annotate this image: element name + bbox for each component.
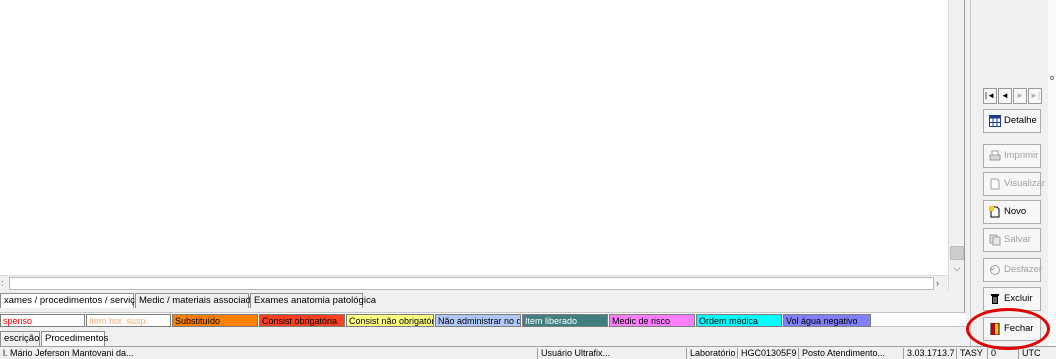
- previous-record-icon[interactable]: ◄: [998, 88, 1012, 104]
- undo-icon: [989, 265, 1000, 275]
- save-icon: [989, 234, 1001, 246]
- status-bar: l. Mário Jeferson Mantovani da... Usuári…: [0, 346, 1056, 359]
- first-record-icon[interactable]: |◄: [983, 88, 997, 104]
- salvar-label: Salvar: [1004, 234, 1031, 245]
- status-sistema: TASY: [956, 348, 990, 359]
- divider: [964, 0, 965, 312]
- novo-label: Novo: [1004, 206, 1027, 217]
- excluir-label: Excluir: [1004, 293, 1033, 304]
- status-usuario: Usuário Ultrafix...: [537, 348, 689, 359]
- fechar-label: Fechar: [1004, 323, 1034, 334]
- legend-ordem-medica: Ordem médica: [696, 314, 782, 327]
- last-record-icon[interactable]: ►|: [1028, 88, 1042, 104]
- salvar-button[interactable]: Salvar: [983, 228, 1041, 252]
- horizontal-scroll-thumb[interactable]: [9, 277, 934, 290]
- tab-exames-procedimentos[interactable]: xames / procedimentos / serviços: [0, 293, 145, 308]
- status-versao: 3.03.1713.7: [903, 348, 959, 359]
- legend-item-liberado: Item liberado: [522, 314, 608, 327]
- vertical-scroll-thumb[interactable]: [950, 246, 964, 260]
- detalhe-label: Detalhe: [1004, 115, 1037, 126]
- legend-consist-nao-obrigatoria: Consist não obrigatória: [346, 314, 434, 327]
- panel-scrollbar[interactable]: [1048, 0, 1056, 346]
- grid-horizontal-scrollbar[interactable]: : ›: [0, 275, 948, 291]
- printer-icon: [989, 150, 1001, 161]
- legend-suspenso: spenso: [0, 314, 85, 327]
- grid-vertical-scrollbar[interactable]: ⌵: [948, 0, 964, 291]
- scroll-left-icon[interactable]: :: [1, 278, 4, 288]
- excluir-button[interactable]: Excluir: [983, 287, 1041, 311]
- next-record-icon[interactable]: ►: [1013, 88, 1027, 104]
- status-setor: Laboratório: [686, 348, 740, 359]
- splitter-handle[interactable]: [1050, 76, 1054, 80]
- legend-medic-risco: Medic de risco: [609, 314, 695, 327]
- action-panel: |◄ ◄ ► ►| Detalhe Imprimir Visualizar No…: [970, 0, 1048, 346]
- legend-nao-administrar: Não administrar no dia: [435, 314, 521, 327]
- status-legend: spenso Item hor. susp. Substituído Consi…: [0, 312, 966, 327]
- grid-icon: [989, 115, 1001, 127]
- imprimir-button[interactable]: Imprimir: [983, 144, 1041, 168]
- grid-area[interactable]: [0, 0, 948, 275]
- new-document-icon: [989, 206, 1000, 218]
- status-timezone: UTC: [1018, 348, 1056, 359]
- visualizar-button[interactable]: Visualizar: [983, 172, 1045, 196]
- legend-consist-obrigatoria: Consist obrigatória: [259, 314, 345, 327]
- status-count: 0: [987, 348, 1021, 359]
- legend-item-hor-susp: Item hor. susp.: [86, 314, 171, 327]
- scroll-right-icon[interactable]: ›: [936, 278, 939, 288]
- tab-exames-anatomia[interactable]: Exames anatomia patológica: [250, 293, 376, 308]
- imprimir-label: Imprimir: [1004, 150, 1039, 161]
- fechar-button[interactable]: Fechar: [983, 317, 1041, 341]
- tab-medic-materiais[interactable]: Medic / materiais associados: [135, 293, 261, 308]
- trash-icon: [991, 294, 999, 304]
- status-user: l. Mário Jeferson Mantovani da...: [3, 348, 134, 358]
- status-estabelecimento: Posto Atendimento...: [798, 348, 906, 359]
- legend-vol-agua-negativo: Vol água negativo: [783, 314, 871, 327]
- novo-button[interactable]: Novo: [983, 200, 1041, 224]
- tab-descricao[interactable]: escrição: [0, 331, 40, 346]
- status-maquina: HGC01305F9: [737, 348, 801, 359]
- tab-procedimentos[interactable]: Procedimentos: [41, 331, 108, 346]
- detalhe-button[interactable]: Detalhe: [983, 109, 1041, 133]
- document-icon: [990, 178, 1000, 190]
- bottom-tab-bar: escrição Procedimentos: [0, 331, 966, 346]
- tab-bar: xames / procedimentos / serviços Medic /…: [0, 293, 966, 308]
- legend-substituido: Substituído: [172, 314, 258, 327]
- desfazer-label: Desfazer: [1004, 264, 1043, 275]
- desfazer-button[interactable]: Desfazer: [983, 258, 1043, 282]
- exit-door-icon: [990, 323, 1000, 335]
- scroll-down-icon[interactable]: ⌵: [951, 262, 963, 274]
- visualizar-label: Visualizar: [1004, 178, 1046, 189]
